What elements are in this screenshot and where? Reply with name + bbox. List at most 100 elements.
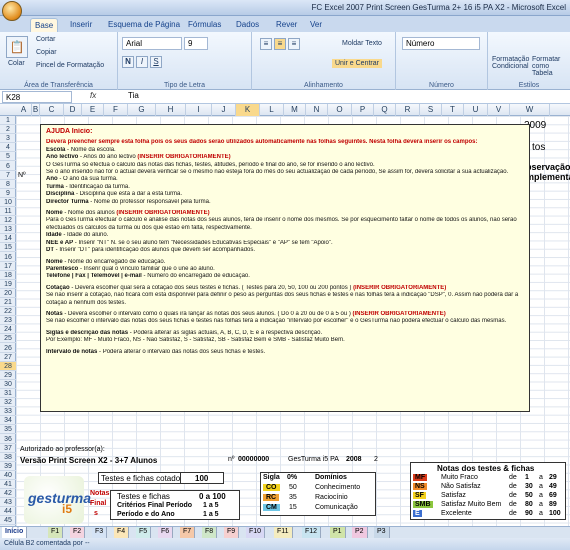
formula-input[interactable]: Tia (128, 91, 139, 100)
merge-center-button[interactable]: Unir e Centrar (332, 59, 382, 68)
column-header[interactable]: M (284, 104, 306, 116)
domain-name[interactable]: Conhecimento (315, 484, 360, 491)
note-sigla[interactable]: SF (413, 492, 426, 499)
copy-button[interactable]: Copiar (36, 49, 57, 56)
note-description[interactable]: Satisfaz (441, 492, 466, 499)
domain-percent[interactable]: 35 (289, 494, 297, 501)
format-table-button[interactable]: Formatar como Tabela (532, 56, 570, 77)
sheet-tab[interactable]: P2 (352, 527, 368, 538)
row-header[interactable]: 43 (0, 498, 16, 508)
column-header[interactable]: L (260, 104, 284, 116)
row-header[interactable]: 37 (0, 444, 16, 453)
align-bottom-icon[interactable]: ≡ (288, 38, 300, 50)
font-size-select[interactable]: 9 (184, 37, 208, 50)
font-name-select[interactable]: Arial (122, 37, 182, 50)
office-button[interactable] (2, 1, 22, 21)
row-header[interactable]: 6 (0, 162, 16, 171)
row-header[interactable]: 33 (0, 407, 16, 417)
tab-dados[interactable]: Dados (232, 18, 263, 32)
italic-button[interactable]: I (136, 56, 148, 68)
note-description[interactable]: Não Satisfaz (441, 483, 481, 490)
conditional-format-button[interactable]: Formatação Condicional (492, 56, 532, 70)
row-header[interactable]: 7 (0, 171, 16, 180)
row-header[interactable]: 21 (0, 298, 16, 308)
number-format-select[interactable]: Número (402, 37, 480, 50)
column-header[interactable]: W (510, 104, 550, 116)
row-header[interactable]: 19 (0, 280, 16, 289)
tab-base[interactable]: Base (30, 18, 59, 32)
row-header[interactable]: 24 (0, 325, 16, 335)
row-header[interactable]: 9 (0, 189, 16, 198)
note-to-value[interactable]: 69 (549, 492, 557, 499)
row-header[interactable]: 8 (0, 180, 16, 189)
row-header[interactable]: 45 (0, 516, 16, 526)
sheet-tab[interactable]: F1 (48, 527, 64, 538)
row-header[interactable]: 18 (0, 271, 16, 280)
tab-inserir[interactable]: Inserir (66, 18, 96, 32)
row-header[interactable]: 35 (0, 425, 16, 435)
note-from-value[interactable]: 80 (525, 501, 533, 508)
row-header[interactable]: 15 (0, 243, 16, 253)
row-header[interactable]: 23 (0, 316, 16, 326)
name-box[interactable]: K28 (2, 91, 72, 103)
num-header-cell[interactable]: Nº (18, 172, 26, 179)
note-description[interactable]: Excelente (441, 510, 472, 517)
column-header[interactable]: I (186, 104, 212, 116)
row-header[interactable]: 36 (0, 435, 16, 444)
sheet-tab[interactable]: F11 (274, 527, 293, 538)
row-header[interactable]: 2 (0, 125, 16, 135)
domain-sigla[interactable]: RC (263, 494, 280, 501)
align-middle-icon[interactable]: ≡ (274, 38, 286, 50)
sheet-tab[interactable]: F7 (180, 527, 196, 538)
note-from-value[interactable]: 1 (525, 474, 529, 481)
sheet-tab[interactable]: F2 (70, 527, 86, 538)
row-header[interactable]: 13 (0, 225, 16, 235)
note-to-label[interactable]: a (539, 510, 543, 517)
tab-formulas[interactable]: Fórmulas (184, 18, 225, 32)
wrap-text-button[interactable]: Moldar Texto (342, 40, 382, 47)
row-header[interactable]: 30 (0, 380, 16, 389)
row-header[interactable]: 16 (0, 253, 16, 262)
column-header[interactable]: T (442, 104, 464, 116)
domain-name[interactable]: Comunicação (315, 504, 358, 511)
tests-value-cell[interactable]: 100 (180, 472, 224, 484)
format-painter-button[interactable]: Pincel de Formatação (36, 62, 104, 69)
cut-button[interactable]: Cortar (36, 36, 55, 43)
column-header[interactable]: O (328, 104, 352, 116)
column-header[interactable]: E (82, 104, 104, 116)
tab-rever[interactable]: Rever (272, 18, 301, 32)
fx-icon[interactable]: fx (90, 91, 96, 100)
row-header[interactable]: 31 (0, 389, 16, 399)
row-header[interactable]: 25 (0, 334, 16, 344)
note-to-label[interactable]: a (539, 474, 543, 481)
row-header[interactable]: 32 (0, 398, 16, 408)
column-header[interactable]: J (212, 104, 236, 116)
column-header[interactable]: N (306, 104, 328, 116)
paste-button[interactable]: Colar (8, 60, 25, 67)
sheet-tab[interactable]: F10 (246, 527, 266, 538)
sheet-tab[interactable]: P1 (330, 527, 346, 538)
paste-icon[interactable]: 📋 (6, 36, 28, 58)
observacao-cell[interactable]: bservação (526, 162, 570, 172)
underline-button[interactable]: S (150, 56, 162, 68)
sheet-tab[interactable]: F6 (158, 527, 174, 538)
row-header[interactable]: 34 (0, 416, 16, 426)
row-header[interactable]: 26 (0, 344, 16, 353)
tos-cell[interactable]: tos (532, 142, 545, 153)
domain-name[interactable]: Raciocínio (315, 494, 348, 501)
domain-sigla[interactable]: CM (263, 504, 280, 511)
note-from-label[interactable]: de (509, 501, 517, 508)
domain-percent[interactable]: 50 (289, 484, 297, 491)
row-header[interactable]: 22 (0, 307, 16, 317)
row-header[interactable]: 1 (0, 116, 16, 126)
domain-percent[interactable]: 15 (289, 504, 297, 511)
column-header[interactable]: H (156, 104, 186, 116)
domain-sigla[interactable]: CO (263, 484, 280, 491)
note-to-value[interactable]: 29 (549, 474, 557, 481)
note-from-label[interactable]: de (509, 474, 517, 481)
note-from-label[interactable]: de (509, 483, 517, 490)
row-header[interactable]: 27 (0, 353, 16, 362)
row-header[interactable]: 17 (0, 262, 16, 271)
column-header[interactable]: D (64, 104, 82, 116)
row-header[interactable]: 44 (0, 507, 16, 517)
